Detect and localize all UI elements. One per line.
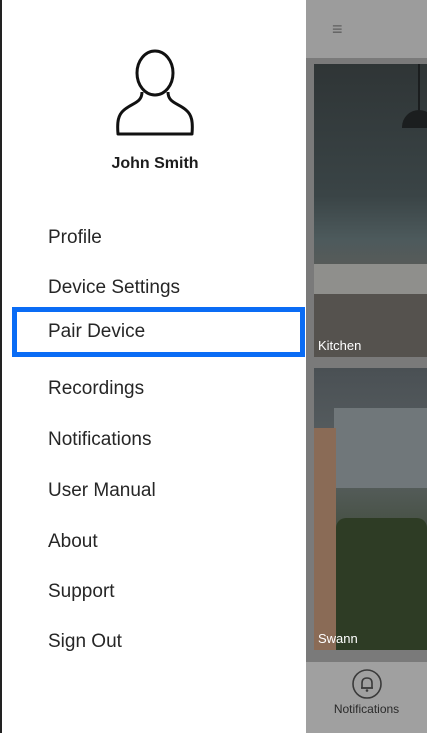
camera-tile-kitchen[interactable]: Kitchen — [314, 64, 427, 357]
menu-item-support[interactable]: Support — [2, 567, 308, 617]
menu-item-notifications[interactable]: Notifications — [2, 415, 308, 465]
camera-label: Swann — [318, 631, 358, 646]
notifications-tab[interactable]: Notifications — [306, 668, 427, 728]
menu-item-label: Device Settings — [48, 277, 181, 298]
menu-item-user-manual[interactable]: User Manual — [2, 466, 308, 516]
camera-tile-swann[interactable]: Swann — [314, 368, 427, 650]
menu-item-label: User Manual — [48, 480, 156, 501]
menu-item-label: Pair Device — [48, 321, 146, 342]
lamp-cord — [418, 64, 420, 110]
menu-item-device-settings[interactable]: Device Settings — [2, 263, 308, 313]
menu-item-about[interactable]: About — [2, 517, 308, 567]
menu-item-label: Support — [48, 581, 115, 602]
user-avatar-icon[interactable] — [112, 48, 198, 140]
menu-item-profile[interactable]: Profile — [2, 213, 308, 263]
user-name: John Smith — [111, 155, 199, 172]
counter — [314, 264, 427, 294]
menu-item-label: Notifications — [48, 429, 152, 450]
menu-item-pair-device[interactable]: Pair Device — [12, 307, 305, 357]
hamburger-icon[interactable]: ≡ — [332, 20, 343, 38]
menu-item-label: Sign Out — [48, 631, 122, 652]
app-screen: ≡ Kitchen Swann Notifications John Smith… — [0, 0, 427, 733]
menu-item-label: About — [48, 531, 98, 552]
menu-item-recordings[interactable]: Recordings — [2, 364, 308, 414]
lamp — [402, 110, 427, 128]
menu-item-label: Profile — [48, 227, 102, 248]
navigation-drawer: John Smith Profile Device Settings Pair … — [0, 0, 306, 733]
menu-item-label: Recordings — [48, 378, 145, 399]
house — [334, 408, 427, 488]
bell-icon — [351, 669, 382, 699]
camera-label: Kitchen — [318, 338, 362, 353]
stone-wall — [314, 428, 336, 650]
menu-item-sign-out[interactable]: Sign Out — [2, 617, 308, 667]
notifications-tab-label: Notifications — [333, 702, 400, 716]
